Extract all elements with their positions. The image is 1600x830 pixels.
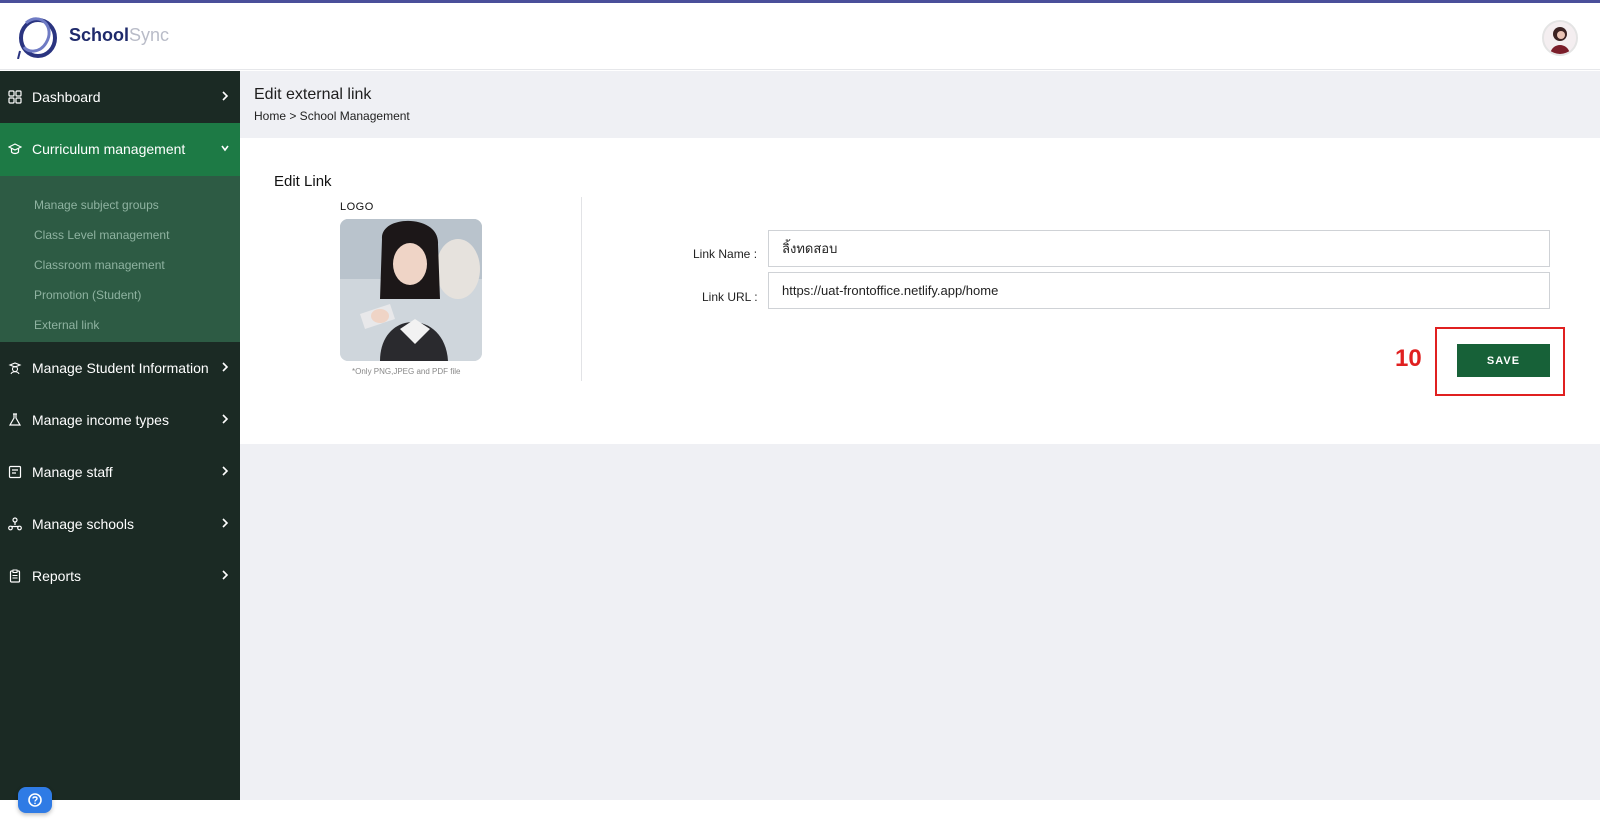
sidebar-item-manage-income-types[interactable]: Manage income types: [0, 394, 240, 447]
sidebar-item-manage-student-information[interactable]: Manage Student Information: [0, 342, 240, 395]
section-divider: [581, 197, 582, 381]
link-name-input[interactable]: [768, 230, 1550, 267]
sidebar-item-label: Manage staff: [32, 464, 113, 480]
chevron-right-icon: [222, 518, 229, 528]
logo-label: LOGO: [340, 201, 374, 213]
grid-icon: [8, 90, 22, 104]
logo-photo: [340, 219, 482, 361]
schoolsync-logo-icon[interactable]: [16, 13, 62, 59]
sidebar-item-label: Manage income types: [32, 412, 169, 428]
card-title: Edit Link: [274, 173, 332, 190]
breadcrumb: Home > School Management: [254, 109, 410, 123]
brand-name: SchoolSync: [69, 25, 169, 46]
sidebar-item-manage-schools[interactable]: Manage schools: [0, 498, 240, 551]
sidebar-item-dashboard[interactable]: Dashboard: [0, 71, 240, 124]
submenu-item-external-link[interactable]: External link: [34, 318, 99, 332]
chevron-right-icon: [222, 414, 229, 424]
curriculum-submenu: Manage subject groups Class Level manage…: [0, 176, 240, 342]
sidebar-item-reports[interactable]: Reports: [0, 550, 240, 603]
link-url-input[interactable]: [768, 272, 1550, 309]
sidebar-item-label: Manage schools: [32, 516, 134, 532]
logo-upload-preview[interactable]: [340, 219, 482, 361]
submenu-item-manage-subject-groups[interactable]: Manage subject groups: [34, 198, 159, 212]
help-button[interactable]: [18, 787, 52, 813]
save-button[interactable]: SAVE: [1457, 344, 1550, 377]
sidebar-item-label: Manage Student Information: [32, 360, 209, 376]
question-icon: [28, 793, 42, 807]
brand-secondary: Sync: [129, 25, 170, 45]
app-header: SchoolSync: [0, 3, 1600, 70]
chevron-down-icon: [221, 145, 229, 152]
link-name-label: Link Name :: [693, 247, 758, 261]
submenu-item-promotion-student[interactable]: Promotion (Student): [34, 288, 141, 302]
flask-icon: [8, 413, 22, 426]
logo-file-hint: *Only PNG,JPEG and PDF file: [352, 367, 461, 376]
clipboard-icon: [9, 569, 21, 583]
sidebar-item-label: Reports: [32, 568, 82, 584]
sidebar-item-label: Dashboard: [32, 89, 101, 105]
school-network-icon: [8, 517, 22, 531]
chevron-right-icon: [222, 91, 229, 101]
link-url-label: Link URL :: [702, 290, 758, 304]
page-title: Edit external link: [254, 86, 372, 103]
chevron-right-icon: [222, 570, 229, 580]
chevron-right-icon: [222, 362, 229, 372]
sidebar-item-label: Curriculum management: [32, 141, 186, 157]
sidebar-item-manage-staff[interactable]: Manage staff: [0, 446, 240, 499]
submenu-item-class-level-management[interactable]: Class Level management: [34, 228, 169, 242]
user-avatar[interactable]: [1542, 20, 1578, 56]
submenu-item-classroom-management[interactable]: Classroom management: [34, 258, 165, 272]
sidebar: Dashboard Curriculum management Manage s…: [0, 71, 240, 800]
main-content: Edit external link Home > School Managem…: [240, 71, 1600, 800]
chevron-right-icon: [222, 466, 229, 476]
student-icon: [8, 362, 22, 375]
brand-primary: School: [69, 25, 130, 45]
edit-link-card: Edit Link LOGO *Only PNG,JPEG and PDF fi…: [240, 138, 1600, 444]
staff-board-icon: [8, 465, 22, 479]
sidebar-item-curriculum-management[interactable]: Curriculum management: [0, 123, 240, 176]
step-number-annotation: 10: [1395, 345, 1422, 372]
graduation-cap-icon: [8, 143, 22, 155]
